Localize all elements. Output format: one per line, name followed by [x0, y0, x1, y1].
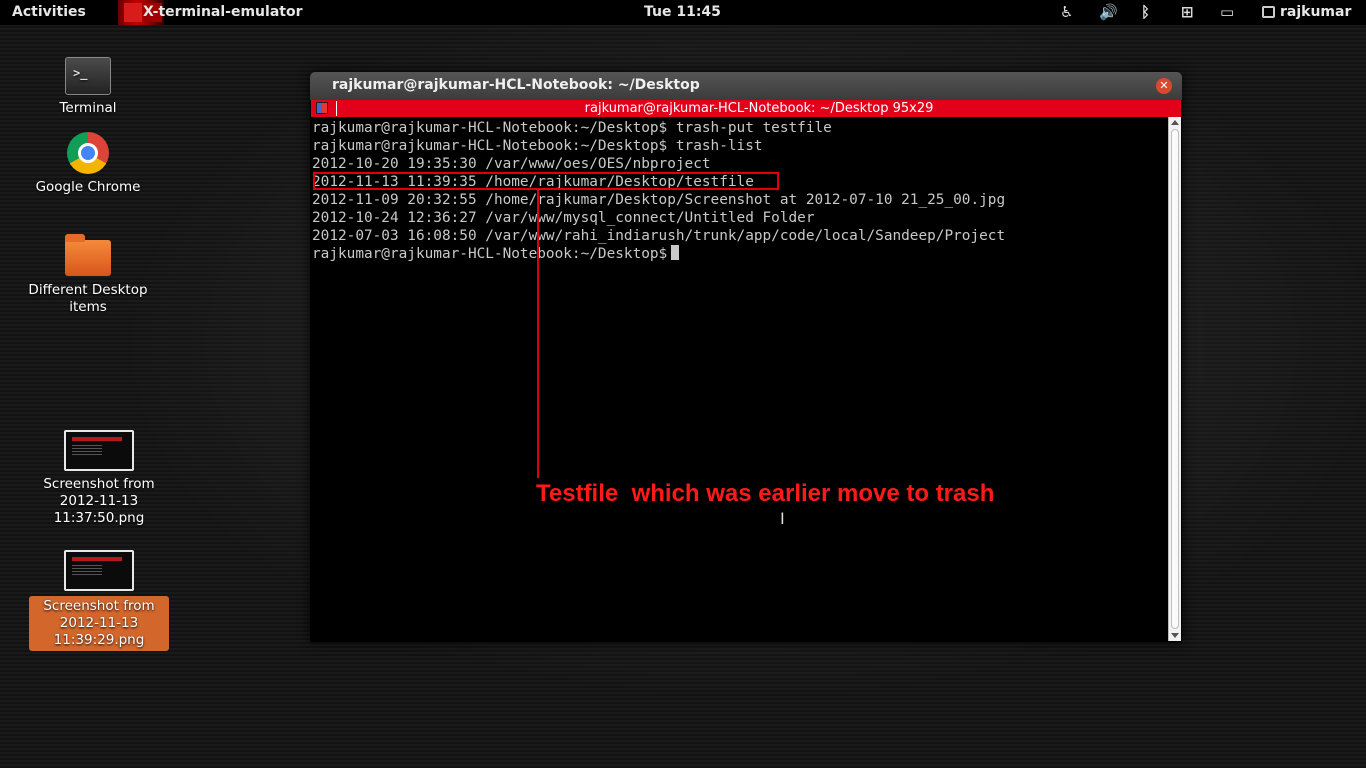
terminal-output[interactable]: rajkumar@rajkumar-HCL-Notebook:~/Desktop… [311, 117, 1168, 641]
battery-icon[interactable]: ▭ [1220, 3, 1234, 21]
user-icon[interactable] [1262, 6, 1275, 18]
scrollbar-thumb[interactable] [1171, 129, 1179, 629]
annotation-text: Testfile which was earlier move to trash [536, 480, 995, 507]
desktop-item-label: Terminal [59, 100, 117, 116]
folder-icon [65, 234, 111, 276]
desktop-item-folder[interactable]: Different Desktop items [18, 234, 158, 316]
terminal-line: 2012-07-03 16:08:50 /var/www/rahi_indiar… [312, 228, 1006, 244]
user-menu[interactable]: rajkumar [1280, 4, 1351, 20]
terminal-window[interactable]: rajkumar@rajkumar-HCL-Notebook: ~/Deskto… [310, 72, 1182, 642]
terminal-line: rajkumar@rajkumar-HCL-Notebook:~/Desktop… [312, 120, 832, 136]
terminal-line: 2012-10-20 19:35:30 /var/www/oes/OES/nbp… [312, 156, 711, 172]
highlight-box [313, 172, 779, 190]
close-button[interactable]: ✕ [1156, 78, 1172, 94]
terminal-caption: rajkumar@rajkumar-HCL-Notebook: ~/Deskto… [584, 101, 934, 116]
network-icon[interactable]: ⊞ [1181, 3, 1194, 21]
top-panel: Activities X-terminal-emulator Tue 11:45… [0, 0, 1366, 25]
terminal-caption-bar: rajkumar@rajkumar-HCL-Notebook: ~/Deskto… [311, 100, 1181, 117]
desktop-item-label: Screenshot from 2012-11-13 11:39:29.png [29, 596, 169, 651]
vertical-scrollbar[interactable] [1168, 117, 1181, 641]
desktop-item-label: Google Chrome [35, 179, 141, 195]
desktop-item-chrome[interactable]: Google Chrome [18, 132, 158, 196]
app-menu[interactable]: X-terminal-emulator [143, 4, 302, 20]
bluetooth-icon[interactable]: ᛒ [1141, 3, 1150, 21]
chrome-icon [67, 132, 109, 174]
image-thumbnail-icon [64, 550, 134, 591]
accessibility-icon[interactable]: ♿ [1060, 3, 1073, 21]
text-cursor [671, 245, 680, 260]
terminal-prompt-line[interactable]: rajkumar@rajkumar-HCL-Notebook:~/Desktop… [312, 245, 680, 263]
image-thumbnail-icon [64, 430, 134, 471]
window-titlebar[interactable]: rajkumar@rajkumar-HCL-Notebook: ~/Deskto… [310, 72, 1182, 100]
window-title: rajkumar@rajkumar-HCL-Notebook: ~/Deskto… [332, 77, 700, 93]
scroll-up-icon[interactable] [1171, 120, 1179, 125]
clock[interactable]: Tue 11:45 [644, 4, 721, 20]
text-select-cursor-icon: I [780, 509, 785, 528]
terminal-prompt: rajkumar@rajkumar-HCL-Notebook:~/Desktop… [312, 246, 668, 262]
scroll-down-icon[interactable] [1171, 633, 1179, 638]
desktop-item-screenshot-1[interactable]: Screenshot from 2012-11-13 11:37:50.png [29, 430, 169, 527]
activities-button[interactable]: Activities [12, 4, 86, 20]
desktop-item-terminal[interactable]: Terminal [18, 57, 158, 117]
desktop-item-screenshot-2[interactable]: Screenshot from 2012-11-13 11:39:29.png [29, 550, 169, 651]
annotation-pointer-line [537, 190, 539, 478]
volume-icon[interactable]: 🔊 [1099, 3, 1118, 21]
terminal-line: 2012-11-09 20:32:55 /home/rajkumar/Deskt… [312, 192, 1006, 208]
desktop-item-label: Screenshot from 2012-11-13 11:37:50.png [43, 476, 155, 526]
terminal-line: rajkumar@rajkumar-HCL-Notebook:~/Desktop… [312, 138, 763, 154]
terminal-icon [65, 57, 111, 95]
terminal-line: 2012-10-24 12:36:27 /var/www/mysql_conne… [312, 210, 815, 226]
desktop-item-label: Different Desktop items [28, 282, 148, 315]
